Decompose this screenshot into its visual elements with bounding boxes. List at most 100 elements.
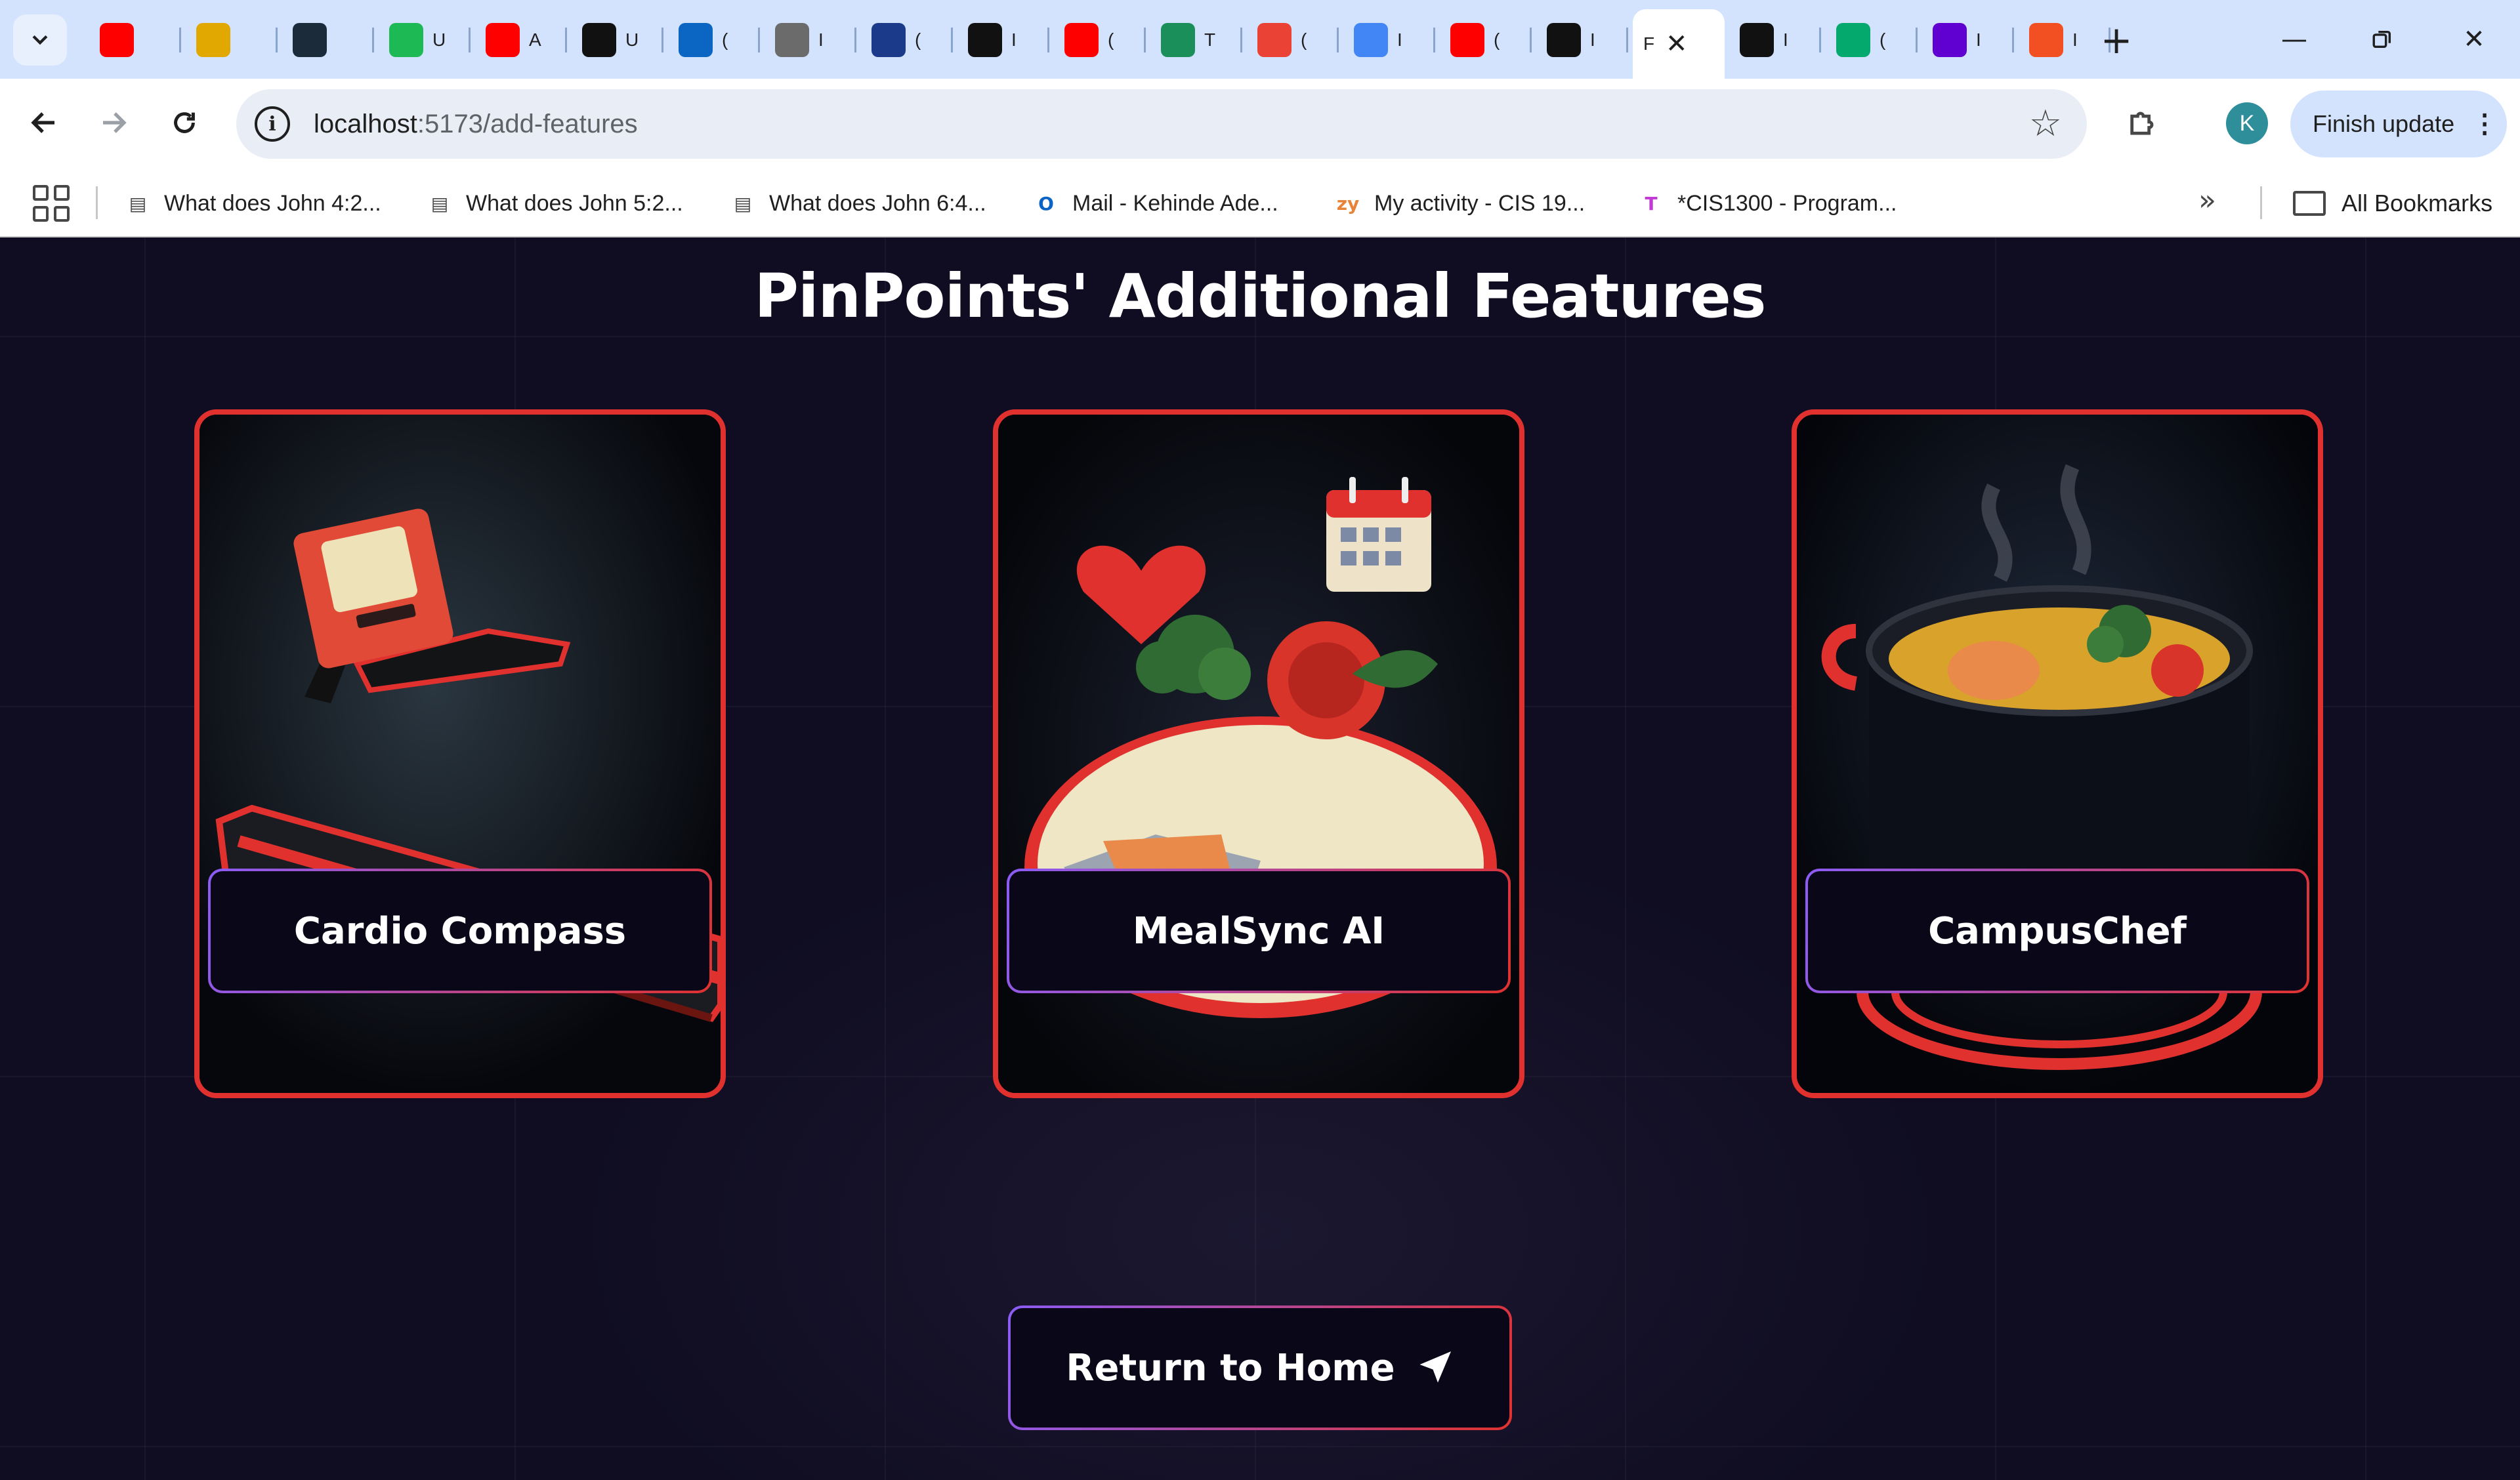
notification-54-icon [1257, 23, 1292, 57]
browser-tab[interactable] [282, 14, 374, 66]
bookmark-item[interactable]: ▤ What does John 5:2... [427, 180, 683, 227]
browser-tab[interactable]: ( [668, 14, 760, 66]
bookmark-item[interactable]: ▤ What does John 6:4... [730, 180, 986, 227]
browser-tab[interactable]: T [1150, 14, 1242, 66]
tab-separator [276, 28, 278, 52]
site-info-icon[interactable]: i [255, 106, 290, 142]
graduation-cap-icon [1161, 23, 1195, 57]
tab-label: F [1643, 33, 1655, 54]
w3schools-icon [1836, 23, 1870, 57]
browser-tab[interactable]: I [1536, 14, 1628, 66]
browser-tab[interactable]: ( [1826, 14, 1918, 66]
forward-button[interactable] [84, 93, 143, 152]
feature-card-mealsync-ai[interactable]: MealSync AI [993, 409, 1524, 1098]
browser-tab[interactable]: ( [1440, 14, 1532, 66]
new-tab-button[interactable]: + [2091, 14, 2142, 66]
bookmark-star-icon[interactable]: ☆ [2029, 102, 2062, 145]
url-host: localhost [314, 109, 417, 138]
browser-tab[interactable] [186, 14, 278, 66]
bookmark-page-icon: ▤ [430, 192, 449, 215]
money-bag-icon [196, 23, 230, 57]
outlook-icon: O [1038, 192, 1054, 215]
browser-tab[interactable]: U [572, 14, 663, 66]
minimize-button[interactable]: — [2255, 13, 2334, 66]
bookmark-item[interactable]: O Mail - Kehinde Ade... [1033, 180, 1278, 227]
tab-separator [662, 28, 663, 52]
tab-label: T [1204, 30, 1216, 50]
tab-label: ( [722, 30, 728, 50]
restore-button[interactable] [2343, 13, 2422, 66]
restore-icon [2372, 30, 2391, 49]
tab-separator [469, 28, 471, 52]
tab-separator [179, 28, 181, 52]
back-button[interactable] [14, 93, 74, 152]
browser-tab[interactable]: ( [1054, 14, 1146, 66]
back-arrow-icon [31, 112, 54, 133]
browser-tab[interactable]: A [475, 14, 567, 66]
tab-separator [1626, 28, 1628, 52]
reload-button[interactable] [155, 93, 214, 152]
bookmark-item[interactable]: T *CIS1300 - Program... [1638, 180, 1897, 227]
tab-label: I [2072, 30, 2078, 50]
openai-icon [1740, 23, 1774, 57]
d-logo-icon [293, 23, 327, 57]
url-text[interactable]: localhost:5173/add-features [314, 110, 638, 139]
address-bar[interactable]: i localhost:5173/add-features ☆ [236, 89, 2087, 159]
more-menu-icon: ⋮ [2471, 110, 2498, 138]
browser-tab[interactable] [89, 14, 181, 66]
url-path: :5173/add-features [417, 109, 638, 138]
browser-tab[interactable]: ( [861, 14, 953, 66]
bookmarks-bar: ▤ What does John 4:2... ▤ What does John 5:… [0, 169, 2520, 237]
feature-card-label: Cardio Compass [208, 869, 712, 993]
disney-plus-icon [872, 23, 906, 57]
tab-separator [1916, 28, 1918, 52]
browser-tab[interactable]: F ✕ [1633, 9, 1725, 79]
tab-label: U [432, 30, 446, 50]
feature-card-campuschef[interactable]: CampusChef [1792, 409, 2323, 1098]
bookmark-item[interactable]: zy My activity - CIS 19... [1335, 180, 1585, 227]
browser-tab[interactable]: U [379, 14, 471, 66]
github-icon [968, 23, 1002, 57]
docs-icon [1354, 23, 1388, 57]
tab-separator [2012, 28, 2014, 52]
youtube-icon [1064, 23, 1099, 57]
browser-tab[interactable]: I [1922, 14, 2014, 66]
tab-separator [1047, 28, 1049, 52]
page-title: PinPoints' Additional Features [754, 261, 1767, 331]
tab-separator [951, 28, 953, 52]
forward-arrow-icon [103, 112, 127, 133]
finish-update-button[interactable]: Finish update ⋮ [2290, 91, 2507, 157]
extensions-button[interactable] [2114, 94, 2172, 152]
tab-search-button[interactable] [13, 14, 67, 66]
youtube-icon [100, 23, 134, 57]
tab-separator [854, 28, 856, 52]
feature-card-label: CampusChef [1805, 869, 2309, 993]
browser-tab[interactable]: I [957, 14, 1049, 66]
bookmark-item[interactable]: ▤ What does John 4:2... [125, 180, 381, 227]
browser-tab[interactable]: I [1343, 14, 1435, 66]
tab-strip: U A U(I(I(T(I(I F ✕ I(I I + — ✕ [0, 0, 2520, 79]
bookmarks-divider [2260, 186, 2262, 219]
chevron-down-icon [32, 35, 48, 45]
browser-tab[interactable]: I [1729, 14, 1821, 66]
apps-grid-icon[interactable] [33, 185, 70, 222]
t-logo-icon: T [1645, 192, 1658, 215]
feature-card-cardio-compass[interactable]: Cardio Compass [194, 409, 726, 1098]
bookmark-label: What does John 4:2... [164, 190, 381, 216]
return-home-button[interactable]: Return to Home [1008, 1305, 1512, 1430]
browser-tab[interactable]: I [765, 14, 856, 66]
tab-label: I [1011, 30, 1017, 50]
browser-tab[interactable]: ( [1247, 14, 1339, 66]
tab-separator [565, 28, 567, 52]
finish-update-label: Finish update [2313, 110, 2455, 137]
bookmark-page-icon: ▤ [129, 192, 147, 215]
yahoo-icon [1933, 23, 1967, 57]
close-window-button[interactable]: ✕ [2435, 13, 2513, 66]
all-bookmarks-button[interactable]: All Bookmarks [2293, 180, 2492, 227]
calendar-icon [1326, 477, 1431, 592]
more-bookmarks-icon[interactable]: » [2198, 184, 2216, 217]
puzzle-icon [2130, 112, 2154, 135]
profile-avatar[interactable]: K [2226, 102, 2268, 144]
microsoft-icon [2029, 23, 2063, 57]
close-tab-icon[interactable]: ✕ [1666, 29, 1688, 59]
